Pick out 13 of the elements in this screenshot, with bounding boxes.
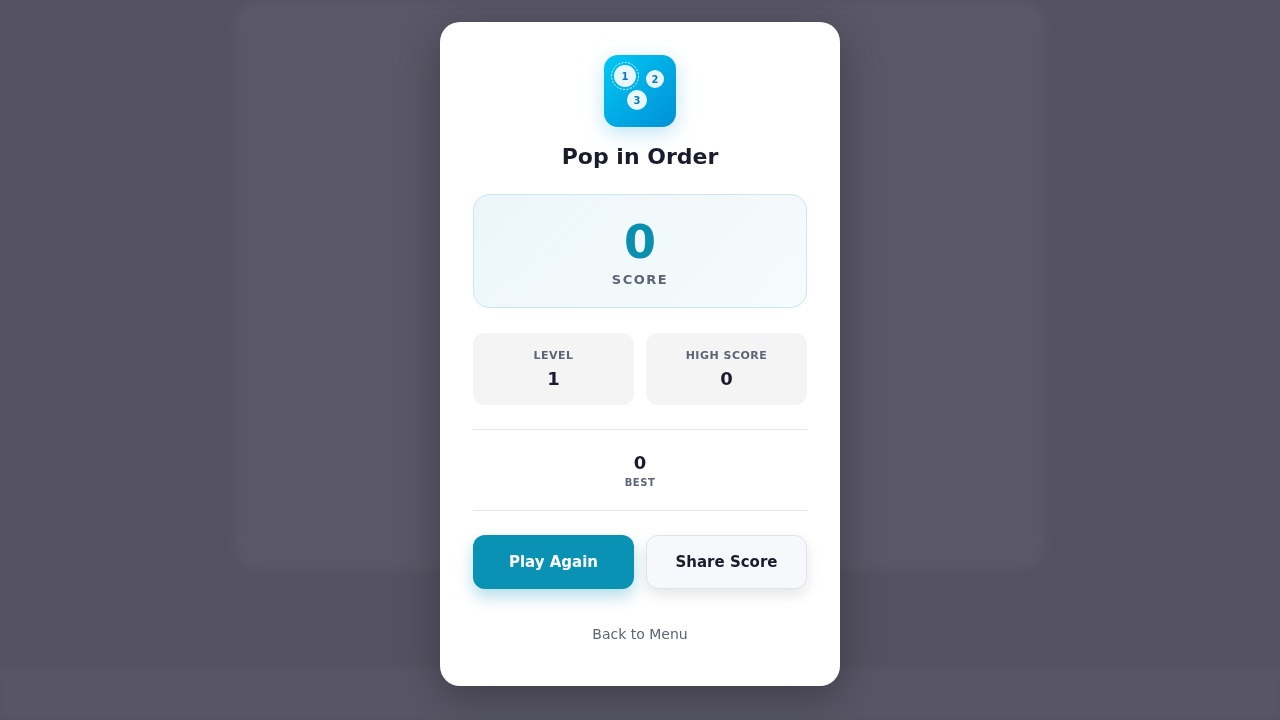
bubbles-logo-icon: 1 2 3: [604, 55, 676, 127]
share-button[interactable]: Share Score: [646, 535, 807, 589]
score-label: SCORE: [611, 271, 669, 287]
best-label: BEST: [624, 477, 656, 488]
stat-value: 0: [720, 368, 733, 389]
play-again-button[interactable]: Play Again: [473, 535, 634, 589]
stat-value: 1: [547, 368, 560, 389]
back-link[interactable]: Back to Menu: [592, 626, 688, 642]
stat-label: LEVEL: [533, 349, 574, 362]
dialog-title: Pop in Order: [560, 143, 720, 171]
score-value: 0: [624, 215, 656, 268]
best-value: 0: [633, 452, 647, 473]
stat-label: HIGH SCORE: [685, 349, 768, 362]
